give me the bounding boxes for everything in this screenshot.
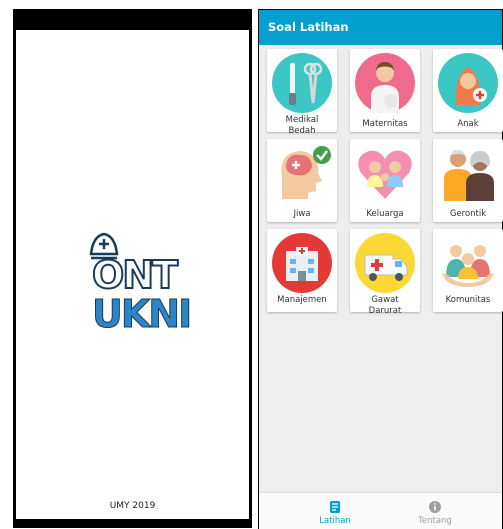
category-label: Manajemen [277,295,327,305]
nav-label: Latihan [319,516,351,526]
category-label: Maternitas [362,119,408,129]
mental-health-icon [281,146,331,199]
category-label: Keluarga [366,209,404,219]
nav-label: Tentang [418,516,452,526]
category-card-gawat-darurat[interactable]: Gawat Darurat [350,229,420,316]
category-label: Anak [457,119,479,129]
family-heart-icon [358,150,412,199]
category-card-jiwa[interactable]: Jiwa [267,139,337,222]
category-label: Gerontik [449,209,487,219]
category-card-gerontik[interactable]: Gerontik [433,139,503,222]
info-icon [429,501,441,513]
splash-phone: ONT UKNI UMY 2019 [13,9,252,528]
category-card-anak[interactable]: Anak [433,49,503,132]
logo-line-2: UKNI [91,292,192,336]
baby-icon [438,53,498,113]
nav-tab-latihan[interactable]: Latihan [295,493,375,529]
surgical-tools-icon [272,53,332,113]
category-label: Jiwa [293,209,311,219]
app-bar-title: Soal Latihan [259,10,502,45]
category-card-manajemen[interactable]: Manajemen [267,229,337,312]
app-phone: Soal Latihan Medikal Bedah Maternitas An… [258,9,503,529]
elderly-couple-icon [444,149,494,201]
splash-screen: ONT UKNI UMY 2019 [16,30,249,519]
ambulance-icon [355,233,415,293]
pregnant-woman-icon [355,53,415,113]
bottom-navigation: Latihan Tentang [259,492,502,529]
splash-footer: UMY 2019 [109,501,156,511]
app-screen: Soal Latihan Medikal Bedah Maternitas An… [259,10,503,529]
category-card-maternitas[interactable]: Maternitas [350,49,420,132]
category-label: Medikal Bedah [285,115,319,136]
logo-line-1: ONT [91,253,179,297]
category-card-medikal-bedah[interactable]: Medikal Bedah [267,49,337,136]
category-label: Gawat Darurat [368,295,402,316]
hospital-icon [272,233,332,293]
nav-tab-tentang[interactable]: Tentang [395,493,475,529]
document-icon [330,501,340,513]
category-card-keluarga[interactable]: Keluarga [350,139,420,222]
category-card-komunitas[interactable]: Komunitas [433,229,503,312]
category-label: Komunitas [445,295,491,305]
community-icon [442,245,494,287]
ont-ukni-logo: ONT UKNI [85,222,193,334]
